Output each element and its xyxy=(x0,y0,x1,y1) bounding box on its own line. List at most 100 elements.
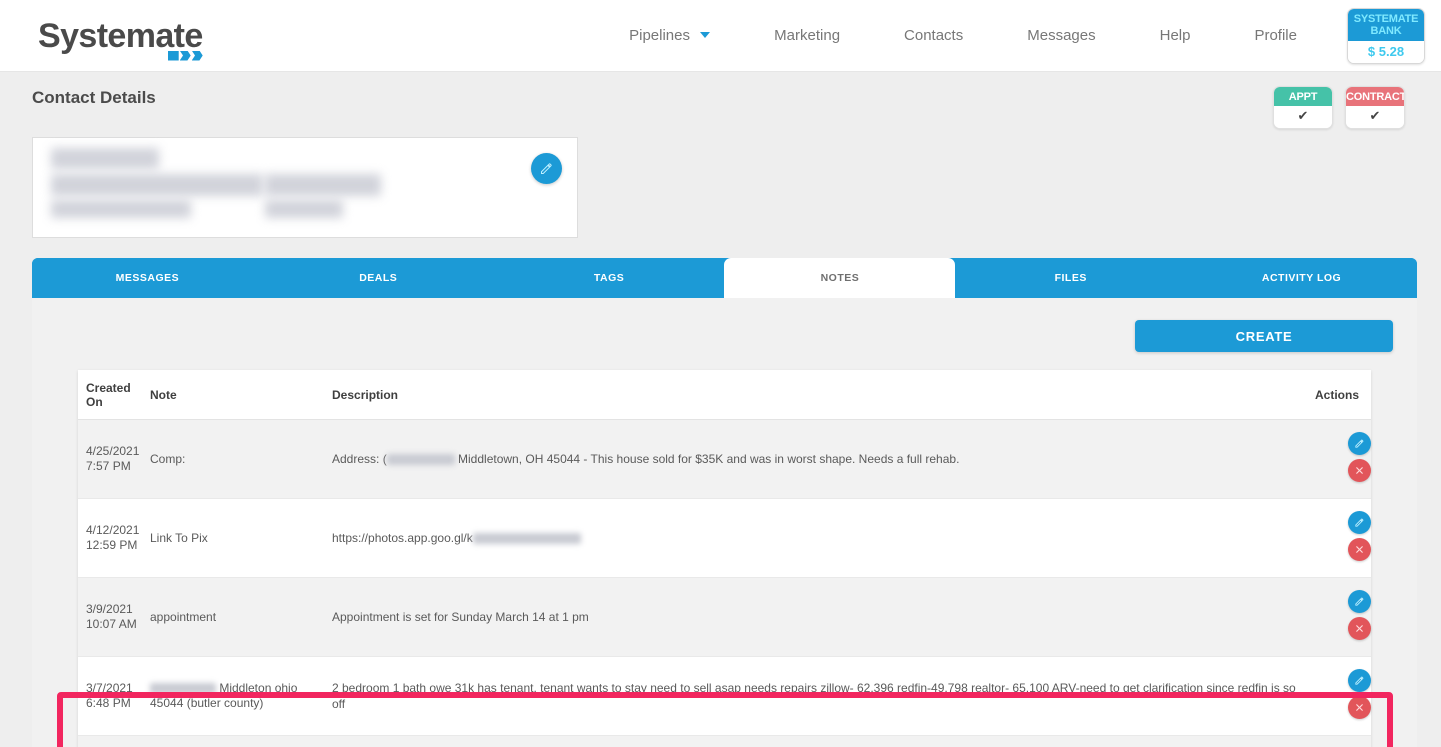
edit-note-button[interactable] xyxy=(1348,669,1371,692)
row-date: 3/9/2021 xyxy=(86,602,133,616)
row-time: 10:07 AM xyxy=(86,617,137,631)
row-date: 3/7/2021 xyxy=(86,681,133,695)
systemate-bank-badge[interactable]: SYSTEMATE BANK $ 5.28 xyxy=(1347,7,1425,64)
cell-note: appointment xyxy=(150,577,332,657)
close-x-icon xyxy=(1356,704,1363,711)
column-header-actions: Actions xyxy=(1307,370,1371,420)
notes-table: Created On Note Description Actions 4/25… xyxy=(78,370,1371,747)
status-badges: APPT ✔ CONTRACT ✔ xyxy=(1273,86,1417,129)
redacted-address xyxy=(386,454,455,465)
desc-text-pre: Address: ( xyxy=(332,452,387,466)
row-time: 6:48 PM xyxy=(86,696,131,710)
table-row[interactable]: 3/7/2021 6:48 PM Middleton ohio 45044 (b… xyxy=(78,656,1371,736)
table-row[interactable]: 3/9/2021 10:07 AM appointment Appointmen… xyxy=(78,577,1371,657)
edit-note-button[interactable] xyxy=(1348,590,1371,613)
bank-badge-amount: $ 5.28 xyxy=(1348,40,1424,63)
status-badge-appt-check: ✔ xyxy=(1274,106,1332,128)
cell-note: Call - 3/7/21 xyxy=(150,735,332,747)
status-badge-appt[interactable]: APPT ✔ xyxy=(1273,86,1333,129)
top-navigation-bar: Systemate Pipelines Marketing Contacts M… xyxy=(0,0,1441,72)
nav-item-messages[interactable]: Messages xyxy=(995,27,1127,44)
create-note-button[interactable]: CREATE xyxy=(1135,320,1393,352)
cell-created-on: 3/7/2021 6:48 PM xyxy=(78,656,150,736)
edit-note-button[interactable] xyxy=(1348,511,1371,534)
pencil-icon xyxy=(1355,676,1364,685)
brand-chevron-icon xyxy=(167,50,203,61)
pencil-icon xyxy=(1355,597,1364,606)
cell-note: Link To Pix xyxy=(150,498,332,578)
cell-created-on: 4/25/2021 7:57 PM xyxy=(78,419,150,499)
tab-files[interactable]: FILES xyxy=(955,258,1187,298)
delete-note-button[interactable] xyxy=(1348,538,1371,561)
nav-item-help[interactable]: Help xyxy=(1128,27,1223,44)
cell-created-on: 3/9/2021 10:07 AM xyxy=(78,577,150,657)
row-date: 4/12/2021 xyxy=(86,523,140,537)
delete-note-button[interactable] xyxy=(1348,617,1371,640)
status-badge-contract-label: CONTRACT xyxy=(1346,87,1404,106)
page-title: Contact Details xyxy=(32,88,156,107)
cell-description: Address: ( Middletown, OH 45044 - This h… xyxy=(332,419,1307,499)
desc-link-text[interactable]: https://photos.app.goo.gl/k xyxy=(332,531,473,545)
notes-panel: CREATE Created On Note Description Actio… xyxy=(32,298,1417,747)
close-x-icon xyxy=(1356,625,1363,632)
table-row[interactable]: 4/12/2021 12:59 PM Link To Pix https://p… xyxy=(78,498,1371,578)
chevron-down-icon xyxy=(700,32,711,38)
cell-description: Appointment is set for Sunday March 14 a… xyxy=(332,577,1307,657)
cell-actions xyxy=(1307,498,1371,578)
tab-messages[interactable]: MESSAGES xyxy=(32,258,263,298)
column-header-created-on: Created On xyxy=(78,370,150,420)
contact-details-header: Contact Details APPT ✔ CONTRACT ✔ xyxy=(0,72,1441,129)
redacted-contact-field xyxy=(265,200,343,218)
tab-deals[interactable]: DEALS xyxy=(262,258,494,298)
cell-note: Comp: xyxy=(150,419,332,499)
cell-actions xyxy=(1307,735,1371,747)
desc-text-post: Middletown, OH 45044 - This house sold f… xyxy=(454,452,960,466)
close-x-icon xyxy=(1356,467,1363,474)
redacted-contact-field xyxy=(51,174,263,196)
row-time: 12:59 PM xyxy=(86,538,138,552)
status-badge-contract[interactable]: CONTRACT ✔ xyxy=(1345,86,1405,129)
create-button-row: CREATE xyxy=(32,320,1417,352)
pencil-icon xyxy=(541,163,552,174)
redacted-contact-field xyxy=(265,174,381,196)
table-header-row: Created On Note Description Actions xyxy=(78,370,1371,420)
cell-actions xyxy=(1307,419,1371,499)
delete-note-button[interactable] xyxy=(1348,459,1371,482)
contact-details-card xyxy=(32,137,578,238)
nav-item-contacts[interactable]: Contacts xyxy=(872,27,995,44)
tab-notes[interactable]: NOTES xyxy=(724,258,956,298)
redacted-link-id xyxy=(472,533,581,544)
main-nav-links: Pipelines Marketing Contacts Messages He… xyxy=(597,7,1441,64)
page-body: Contact Details APPT ✔ CONTRACT ✔ MESSAG… xyxy=(0,72,1441,747)
cell-note: Middleton ohio 45044 (butler county) xyxy=(150,656,332,736)
cell-description: https://photos.app.goo.gl/k xyxy=(332,498,1307,578)
redacted-contact-field xyxy=(51,148,159,169)
nav-item-marketing[interactable]: Marketing xyxy=(742,27,872,44)
delete-note-button[interactable] xyxy=(1348,696,1371,719)
row-time: 7:57 PM xyxy=(86,459,131,473)
nav-item-pipelines[interactable]: Pipelines xyxy=(597,27,742,44)
brand-logo-text: Systemate xyxy=(38,16,203,55)
redacted-street-address xyxy=(150,683,216,694)
notes-table-head: Created On Note Description Actions xyxy=(78,370,1371,420)
status-badge-appt-label: APPT xyxy=(1274,87,1332,106)
close-x-icon xyxy=(1356,546,1363,553)
edit-contact-button[interactable] xyxy=(531,153,562,184)
nav-item-profile[interactable]: Profile xyxy=(1222,27,1329,44)
cell-created-on: 4/12/2021 12:59 PM xyxy=(78,498,150,578)
column-header-description: Description xyxy=(332,370,1307,420)
detail-tabs: MESSAGES DEALS TAGS NOTES FILES ACTIVITY… xyxy=(32,258,1417,298)
table-row[interactable]: 3/7/2021 6:39 PM Call - 3/7/21 currently… xyxy=(78,735,1371,747)
redacted-contact-field xyxy=(51,200,191,218)
brand-logo[interactable]: Systemate xyxy=(38,16,203,61)
column-header-note: Note xyxy=(150,370,332,420)
edit-note-button[interactable] xyxy=(1348,432,1371,455)
bank-badge-title-line2: BANK xyxy=(1370,24,1402,37)
notes-table-body: 4/25/2021 7:57 PM Comp: Address: ( Middl… xyxy=(78,419,1371,747)
bank-badge-title: SYSTEMATE BANK xyxy=(1348,8,1424,41)
tab-tags[interactable]: TAGS xyxy=(493,258,725,298)
bank-badge-title-line1: SYSTEMATE xyxy=(1353,12,1419,25)
notes-table-container: Created On Note Description Actions 4/25… xyxy=(78,370,1371,747)
table-row[interactable]: 4/25/2021 7:57 PM Comp: Address: ( Middl… xyxy=(78,419,1371,499)
tab-activity-log[interactable]: ACTIVITY LOG xyxy=(1186,258,1417,298)
